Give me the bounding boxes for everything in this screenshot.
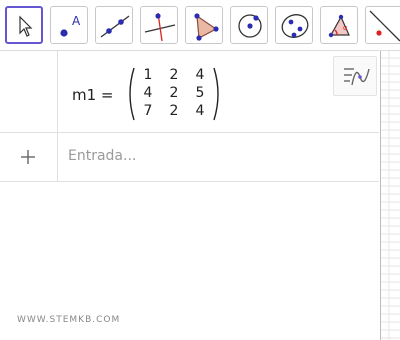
- reflect-tool-button[interactable]: [365, 6, 400, 44]
- matrix-cell: 4: [195, 67, 205, 83]
- perpendicular-line-tool-button[interactable]: [140, 6, 178, 44]
- circle-tool-button[interactable]: [230, 6, 268, 44]
- toolbar: A α: [0, 0, 400, 51]
- polygon-icon: [194, 13, 219, 41]
- reflect-line-icon: [369, 10, 400, 42]
- graphics-view[interactable]: [380, 51, 400, 340]
- matrix-cell: 5: [195, 85, 205, 101]
- cursor-arrow-icon: [19, 15, 33, 37]
- polygon-tool-button[interactable]: [185, 6, 223, 44]
- plus-icon[interactable]: [18, 147, 38, 167]
- matrix-label: m1 =: [72, 86, 114, 104]
- input-bar[interactable]: Entrada...: [68, 148, 136, 164]
- algebra-style-button[interactable]: [333, 56, 377, 96]
- line-tool-button[interactable]: [95, 6, 133, 44]
- algebra-style-icon: [344, 68, 370, 86]
- graphics-grid: [381, 51, 400, 340]
- watermark: WWW.STEMKB.COM: [17, 315, 121, 325]
- angle-tool-label: α: [343, 24, 348, 32]
- matrix-value: 1 2 4 4 2 5 7 2 4: [126, 65, 222, 123]
- matrix-cell: 1: [143, 67, 153, 83]
- row-gutter: [0, 51, 58, 132]
- angle-tool-button[interactable]: α: [320, 6, 358, 44]
- matrix-cell: 2: [169, 85, 179, 101]
- angle-icon: α: [328, 14, 350, 38]
- matrix-cell: 2: [169, 67, 179, 83]
- point-tool-label: A: [72, 14, 81, 28]
- point-icon: A: [60, 14, 81, 37]
- matrix-cell: 4: [143, 85, 153, 101]
- matrix-cell: 2: [169, 103, 179, 119]
- line-icon: [100, 15, 130, 38]
- algebra-row-matrix[interactable]: m1 = 1 2 4 4 2 5 7 2 4: [0, 51, 379, 133]
- circle-center-icon: [238, 14, 262, 38]
- row-gutter: [0, 133, 58, 181]
- matrix-cell: 7: [143, 103, 153, 119]
- algebra-input-row[interactable]: Entrada...: [0, 133, 379, 182]
- move-tool-button[interactable]: [5, 6, 43, 44]
- ellipse-icon: [281, 14, 309, 38]
- algebra-view: m1 = 1 2 4 4 2 5 7 2 4 Entrada...: [0, 51, 379, 340]
- conic-tool-button[interactable]: [275, 6, 313, 44]
- point-tool-button[interactable]: A: [50, 6, 88, 44]
- matrix-cell: 4: [195, 103, 205, 119]
- perpendicular-line-icon: [144, 12, 176, 42]
